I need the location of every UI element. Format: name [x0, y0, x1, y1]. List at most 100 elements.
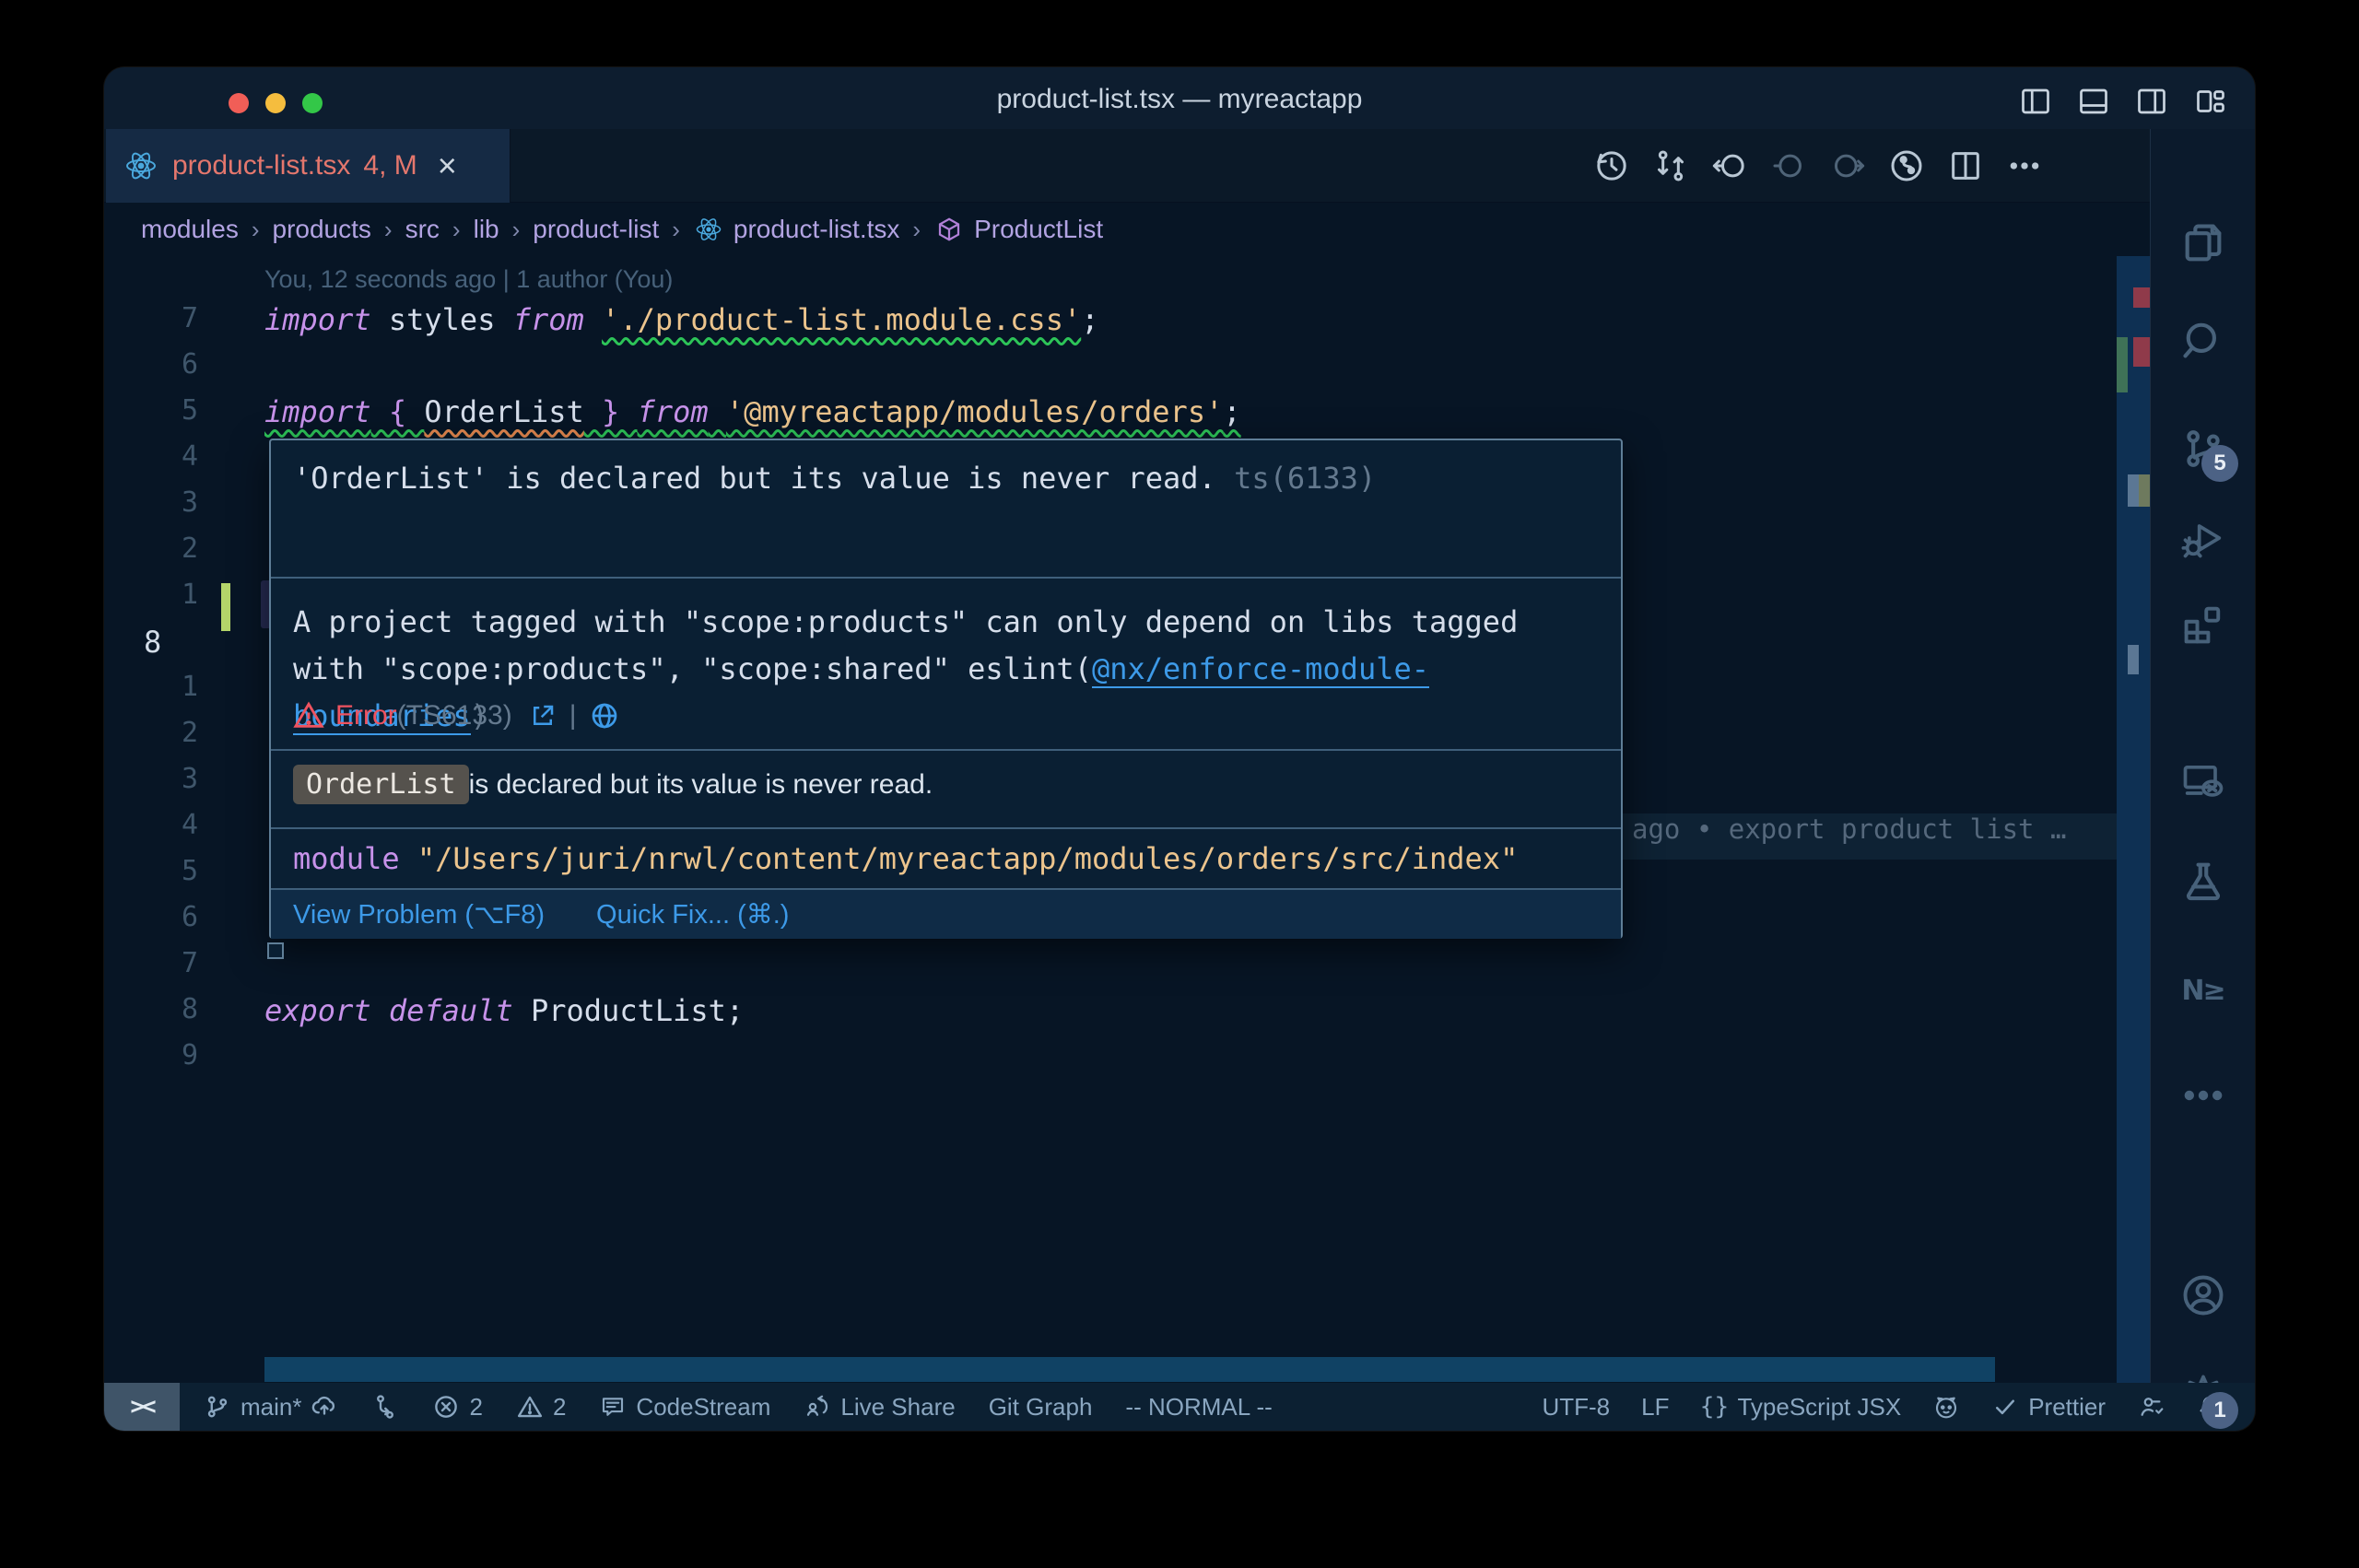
symbol-cube-icon	[935, 216, 963, 243]
status-item-2[interactable]: 2	[516, 1393, 566, 1422]
breadcrumb-item-src[interactable]: src	[405, 215, 440, 244]
breadcrumb-separator: ›	[452, 216, 461, 244]
ruler-selection-marker	[2128, 474, 2139, 507]
status-item-live-share[interactable]: Live Share	[804, 1393, 955, 1422]
hover-divider	[271, 577, 1621, 579]
react-icon	[695, 216, 722, 243]
ruler-error-marker	[2133, 287, 2150, 308]
breadcrumb-item-product-list[interactable]: product-list	[533, 215, 659, 244]
keyword: export	[264, 993, 371, 1028]
extensions-icon[interactable]	[2179, 601, 2227, 649]
keyword: import	[264, 302, 371, 337]
vertical-scrollbar[interactable]	[2117, 256, 2150, 1383]
status-item-label: main*	[241, 1393, 301, 1422]
remote-explorer-icon[interactable]	[2179, 757, 2227, 805]
status-item-label: -- NORMAL --	[1125, 1393, 1272, 1422]
status-item--normal-[interactable]: -- NORMAL --	[1125, 1393, 1272, 1422]
breadcrumb-item-products[interactable]: products	[273, 215, 371, 244]
symbol-chip: OrderList	[293, 765, 469, 804]
remote-indicator[interactable]: ><	[104, 1383, 180, 1431]
line-number: 3	[104, 763, 198, 809]
toggle-primary-sidebar-icon[interactable]	[2019, 85, 2052, 118]
status-item-typescript-jsx[interactable]: {}TypeScript JSX	[1700, 1393, 1901, 1422]
severity-code: (TS6133)	[397, 700, 512, 731]
activity-badge: 5	[2201, 445, 2238, 482]
status-item-codestream[interactable]: CodeStream	[599, 1393, 770, 1422]
status-item-lf[interactable]: LF	[1641, 1393, 1669, 1422]
view-problem-action[interactable]: View Problem (⌥F8)	[293, 898, 545, 930]
line-number: 8	[104, 993, 198, 1039]
ruler-highlight-marker	[2139, 474, 2150, 507]
status-item-compare-commits[interactable]	[371, 1393, 399, 1421]
tab-product-list[interactable]: product-list.tsx 4, M ×	[106, 129, 511, 203]
test-beaker-icon[interactable]	[2179, 857, 2227, 905]
status-item-label: Prettier	[2028, 1393, 2106, 1422]
customize-layout-icon[interactable]	[2194, 85, 2227, 118]
status-item-main-[interactable]: main*	[204, 1393, 338, 1422]
breadcrumb-separator: ›	[512, 216, 521, 244]
tab-close-icon[interactable]: ×	[438, 149, 457, 182]
breadcrumb-item-ProductList[interactable]: ProductList	[974, 215, 1103, 244]
identifier: ProductList;	[531, 993, 744, 1028]
status-item-2[interactable]: 2	[432, 1393, 482, 1422]
toggle-panel-icon[interactable]	[2077, 85, 2110, 118]
breadcrumb-item-lib[interactable]: lib	[474, 215, 499, 244]
status-item-person-check[interactable]	[2137, 1393, 2165, 1421]
tab-problems-badge: 4, M	[363, 150, 417, 181]
line-number: 2	[104, 532, 198, 579]
status-item-git-graph[interactable]: Git Graph	[989, 1393, 1093, 1422]
breadcrumb-separator: ›	[672, 216, 680, 244]
files-icon[interactable]	[2179, 219, 2227, 267]
git-branch-icon	[204, 1393, 231, 1421]
status-item-github[interactable]	[1932, 1393, 1960, 1421]
run-debug-icon[interactable]	[2179, 514, 2227, 562]
git-graph-icon[interactable]	[1888, 147, 1925, 184]
person-check-icon	[2137, 1393, 2165, 1421]
line-number: 7	[104, 947, 198, 993]
hover-resize-grip[interactable]	[267, 942, 284, 959]
line-number: 1	[104, 579, 198, 625]
unused-import-identifier[interactable]: OrderList	[424, 394, 583, 429]
status-bar: >< main* 2 2 CodeStream Live Share Git Graph -…	[104, 1383, 2255, 1431]
more-icon[interactable]	[2179, 1071, 2227, 1119]
status-item-utf-8[interactable]: UTF-8	[1542, 1393, 1610, 1422]
split-editor-icon[interactable]	[1947, 147, 1984, 184]
status-item-label: UTF-8	[1542, 1393, 1610, 1422]
status-item-prettier[interactable]: Prettier	[1991, 1393, 2106, 1422]
previous-change-icon[interactable]	[1770, 147, 1807, 184]
search-icon[interactable]	[2179, 316, 2227, 364]
next-change-icon[interactable]	[1829, 147, 1866, 184]
blame-codelens[interactable]: You, 12 seconds ago | 1 author (You)	[264, 256, 673, 302]
cloud-upload-icon	[311, 1393, 338, 1421]
breadcrumb: modules›products›src›lib›product-list›pr…	[137, 203, 1107, 256]
line-number: 4	[104, 809, 198, 855]
toggle-secondary-sidebar-icon[interactable]	[2135, 85, 2168, 118]
line-number: 7	[104, 302, 198, 348]
timeline-icon[interactable]	[1593, 147, 1630, 184]
hover-severity-row: Error (TS6133) |	[293, 700, 619, 731]
breadcrumb-separator: ›	[384, 216, 393, 244]
diagnostic-hover-popup: 'OrderList' is declared but its value is…	[269, 439, 1623, 939]
eslint-rule-link[interactable]: @nx/enforce-module-	[1092, 651, 1429, 688]
breadcrumb-item-product-list.tsx[interactable]: product-list.tsx	[734, 215, 900, 244]
status-item-label: CodeStream	[636, 1393, 770, 1422]
nx-console-icon[interactable]: N≥	[2179, 966, 2227, 1014]
github-icon	[1932, 1393, 1960, 1421]
error-triangle-icon	[293, 700, 324, 731]
horizontal-scrollbar[interactable]	[264, 1357, 1995, 1382]
account-icon[interactable]	[2179, 1271, 2227, 1319]
error-circle-icon	[432, 1393, 460, 1421]
window-title: product-list.tsx — myreactapp	[104, 67, 2255, 129]
activity-badge: 1	[2201, 1392, 2238, 1429]
line-number: 5	[104, 855, 198, 901]
more-actions-icon[interactable]	[2006, 147, 2043, 184]
string-with-error: './product-list.module.css'	[602, 302, 1081, 337]
globe-icon[interactable]	[590, 701, 619, 731]
open-external-icon[interactable]	[529, 702, 557, 730]
compare-commits-icon	[371, 1393, 399, 1421]
open-changes-icon[interactable]	[1711, 147, 1748, 184]
status-item-label: 2	[553, 1393, 566, 1422]
quick-fix-action[interactable]: Quick Fix... (⌘.)	[596, 898, 789, 930]
breadcrumb-item-modules[interactable]: modules	[141, 215, 239, 244]
compare-changes-icon[interactable]	[1652, 147, 1689, 184]
